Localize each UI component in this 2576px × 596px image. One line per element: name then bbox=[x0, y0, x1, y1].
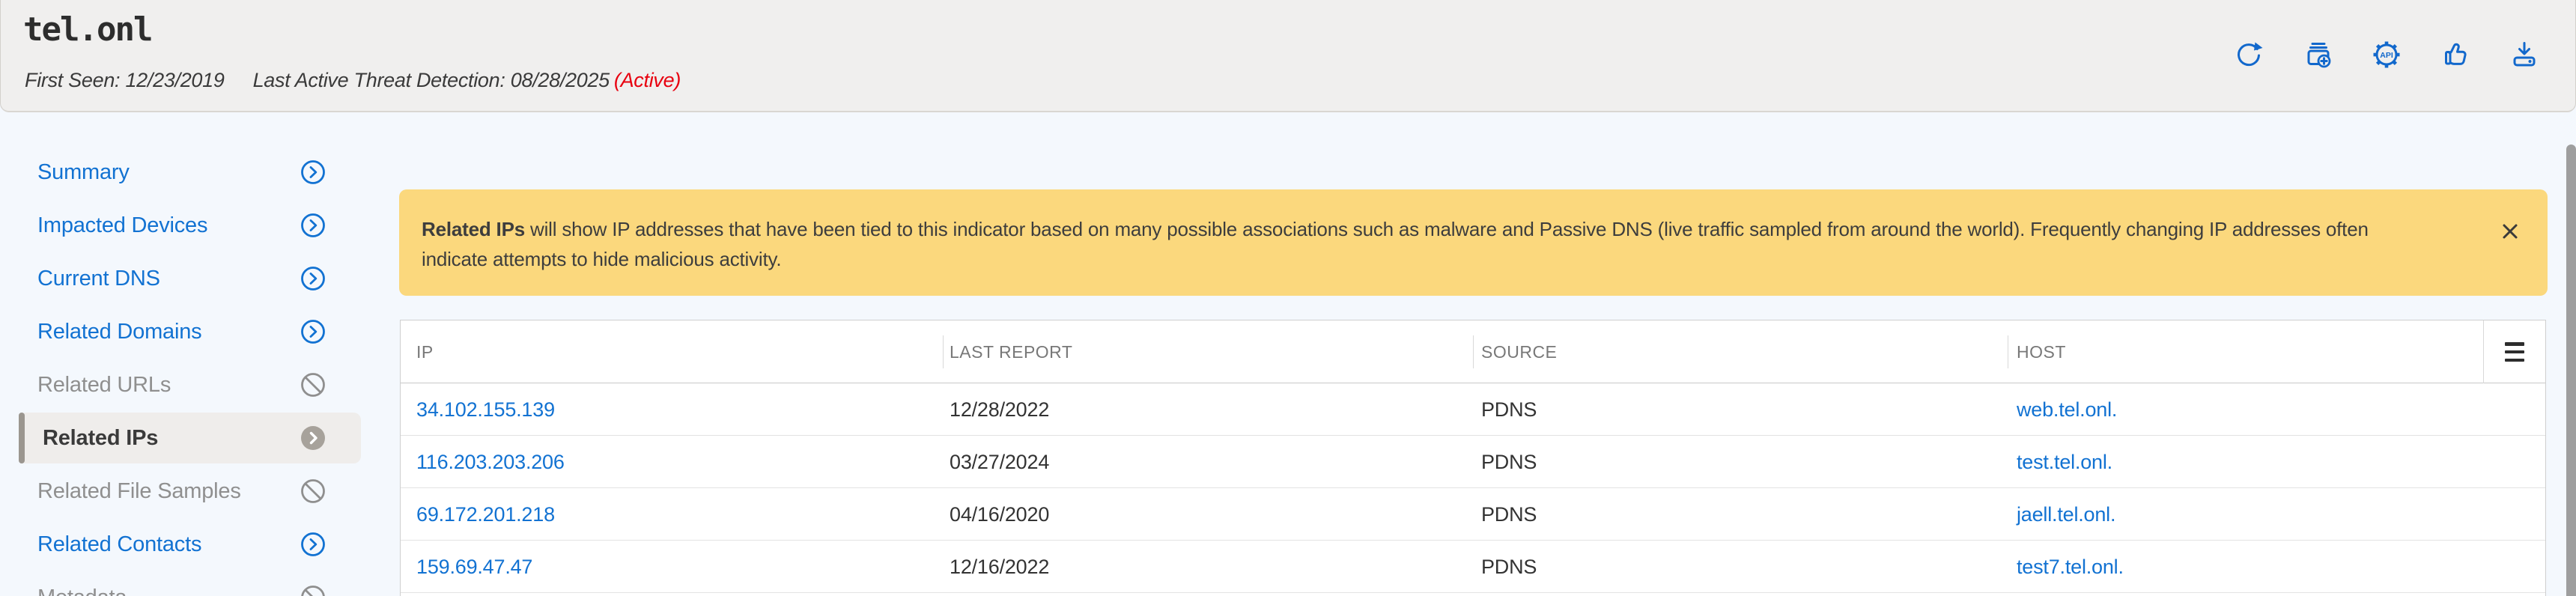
sidebar-item-impacted-devices[interactable]: Impacted Devices bbox=[19, 200, 361, 251]
thumbs-up-icon bbox=[2440, 40, 2470, 70]
host-link[interactable]: web.tel.onl. bbox=[2017, 398, 2117, 421]
last-report-cell: 03/27/2024 bbox=[950, 436, 1049, 488]
collection-add-icon bbox=[2303, 40, 2333, 70]
banner-close-button[interactable] bbox=[2500, 221, 2521, 242]
chevron-circle-icon bbox=[300, 531, 326, 558]
ban-icon bbox=[300, 478, 326, 505]
chevron-circle-icon bbox=[300, 318, 326, 345]
hamburger-icon bbox=[2505, 342, 2524, 346]
sidebar-item-related-ips[interactable]: Related IPs bbox=[19, 413, 361, 463]
banner-text: will show IP addresses that have been ti… bbox=[422, 218, 2369, 270]
source-cell: PDNS bbox=[1481, 541, 1537, 593]
add-to-collection-button[interactable] bbox=[2303, 40, 2333, 70]
column-header-last-report: LAST REPORT bbox=[950, 320, 1072, 383]
table-header-row: IP LAST REPORT SOURCE HOST bbox=[401, 320, 2545, 383]
table-row: 116.203.203.206 03/27/2024 PDNS test.tel… bbox=[401, 436, 2545, 488]
last-report-cell: 04/16/2020 bbox=[950, 488, 1049, 541]
banner-lead: Related IPs bbox=[422, 218, 525, 240]
header-action-bar: API bbox=[2234, 40, 2539, 70]
column-divider bbox=[943, 335, 944, 368]
section-nav-sidebar: Summary Impacted Devices Current DNS Rel… bbox=[19, 147, 361, 596]
ip-link[interactable]: 159.69.47.47 bbox=[416, 556, 532, 578]
close-icon bbox=[2500, 221, 2521, 242]
source-cell: PDNS bbox=[1481, 488, 1537, 541]
page-header: tel.onl First Seen: 12/23/2019 Last Activ… bbox=[0, 0, 2576, 112]
api-settings-gear-icon: API bbox=[2372, 40, 2402, 70]
host-link[interactable]: jaell.tel.onl. bbox=[2017, 503, 2115, 526]
refresh-icon bbox=[2234, 40, 2264, 70]
active-status-badge: (Active) bbox=[614, 69, 681, 91]
chevron-circle-filled-icon bbox=[300, 425, 326, 451]
column-divider bbox=[2483, 320, 2484, 383]
ip-link[interactable]: 34.102.155.139 bbox=[416, 398, 555, 421]
sidebar-item-metadata: Metadata bbox=[19, 572, 361, 596]
table-menu-button[interactable] bbox=[2497, 336, 2532, 368]
host-link[interactable]: test.tel.onl. bbox=[2017, 451, 2112, 473]
related-ips-table: IP LAST REPORT SOURCE HOST 34.102.155.13… bbox=[400, 320, 2546, 596]
column-header-ip: IP bbox=[416, 320, 434, 383]
first-seen: First Seen: 12/23/2019 bbox=[25, 69, 225, 91]
ban-icon bbox=[300, 584, 326, 596]
download-button[interactable] bbox=[2509, 40, 2539, 70]
table-row: 34.102.155.139 12/28/2022 PDNS web.tel.o… bbox=[401, 383, 2545, 436]
sidebar-item-related-file-samples: Related File Samples bbox=[19, 466, 361, 517]
column-divider bbox=[1473, 335, 1474, 368]
sidebar-item-related-urls: Related URLs bbox=[19, 359, 361, 410]
sidebar-item-summary[interactable]: Summary bbox=[19, 147, 361, 198]
host-link[interactable]: test7.tel.onl. bbox=[2017, 556, 2124, 578]
last-report-cell: 12/16/2022 bbox=[950, 541, 1049, 593]
sidebar-item-current-dns[interactable]: Current DNS bbox=[19, 253, 361, 304]
ban-icon bbox=[300, 371, 326, 398]
table-row-partial bbox=[401, 593, 2545, 596]
column-header-source: SOURCE bbox=[1481, 320, 1557, 383]
last-report-cell: 12/28/2022 bbox=[950, 383, 1049, 436]
chevron-circle-icon bbox=[300, 159, 326, 186]
chevron-circle-icon bbox=[300, 265, 326, 292]
svg-text:API: API bbox=[2380, 51, 2393, 60]
download-icon bbox=[2509, 40, 2539, 70]
table-row: 69.172.201.218 04/16/2020 PDNS jaell.tel… bbox=[401, 488, 2545, 541]
source-cell: PDNS bbox=[1481, 436, 1537, 488]
indicator-meta: First Seen: 12/23/2019 Last Active Threat… bbox=[25, 69, 681, 92]
api-settings-button[interactable]: API bbox=[2372, 40, 2402, 70]
last-active-threat: Last Active Threat Detection: 08/28/2025… bbox=[253, 69, 681, 91]
refresh-button[interactable] bbox=[2234, 40, 2264, 70]
chevron-circle-icon bbox=[300, 212, 326, 239]
ip-link[interactable]: 116.203.203.206 bbox=[416, 451, 565, 473]
ip-link[interactable]: 69.172.201.218 bbox=[416, 503, 555, 526]
source-cell: PDNS bbox=[1481, 383, 1537, 436]
related-ips-info-banner: Related IPs will show IP addresses that … bbox=[399, 189, 2548, 296]
column-header-host: HOST bbox=[2017, 320, 2066, 383]
vertical-scrollbar-thumb[interactable] bbox=[2566, 145, 2576, 596]
page-title: tel.onl bbox=[23, 10, 151, 49]
sidebar-item-related-domains[interactable]: Related Domains bbox=[19, 306, 361, 357]
sidebar-item-related-contacts[interactable]: Related Contacts bbox=[19, 519, 361, 570]
table-row: 159.69.47.47 12/16/2022 PDNS test7.tel.o… bbox=[401, 541, 2545, 593]
vote-up-button[interactable] bbox=[2440, 40, 2470, 70]
